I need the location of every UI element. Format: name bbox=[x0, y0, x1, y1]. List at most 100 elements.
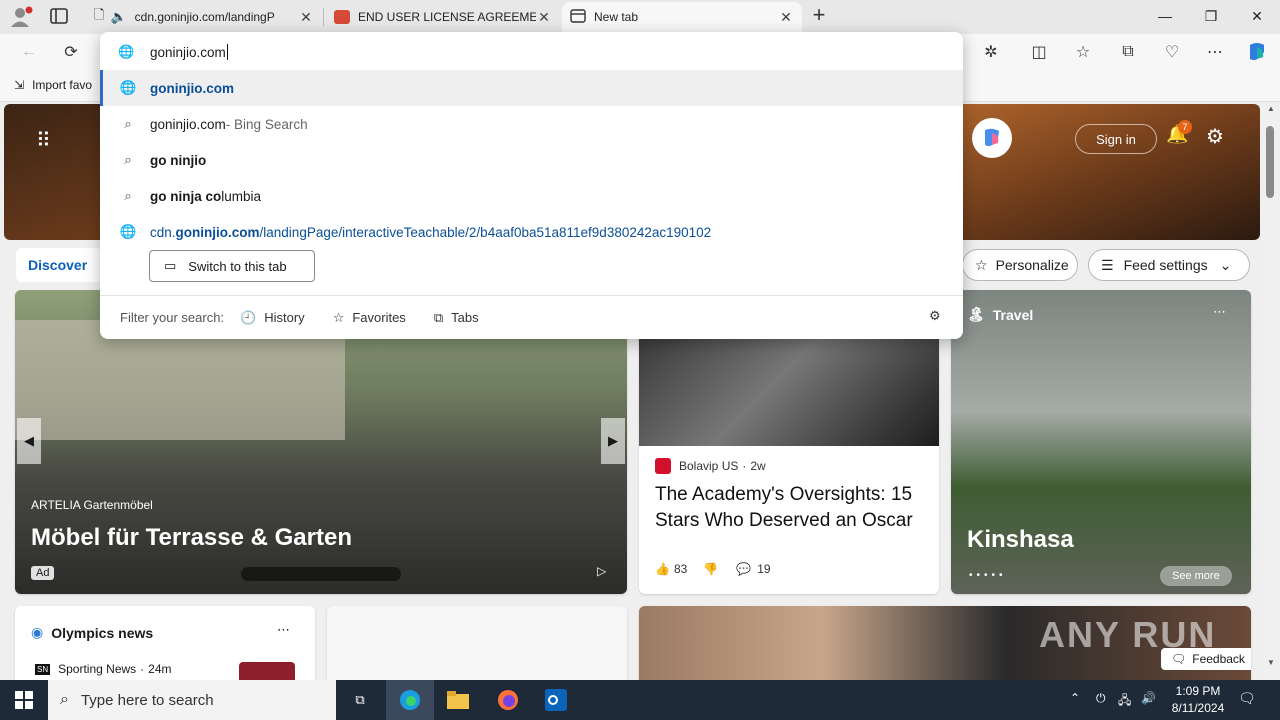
tray-device-icon[interactable]: ⏻ bbox=[1096, 691, 1106, 706]
scroll-down-arrow[interactable]: ▼ bbox=[1267, 658, 1275, 667]
tray-clock[interactable]: 1:09 PM 8/11/2024 bbox=[1163, 683, 1233, 717]
close-tab-icon[interactable]: ✕ bbox=[778, 9, 794, 26]
close-tab-icon[interactable]: ✕ bbox=[298, 9, 314, 26]
feed-settings-button[interactable]: ☰ Feed settings ⌄ bbox=[1088, 249, 1250, 281]
collections-icon[interactable]: ⧉ bbox=[1113, 38, 1143, 66]
close-tab-icon[interactable]: ✕ bbox=[536, 9, 552, 26]
new-tab-page-icon bbox=[570, 8, 586, 26]
minimize-button[interactable]: — bbox=[1142, 0, 1188, 32]
carousel-dots[interactable] bbox=[241, 567, 401, 581]
suggestion-go-ninja-columbia[interactable]: ⌕ go ninja co lumbia bbox=[100, 178, 963, 214]
profile-icon[interactable] bbox=[8, 6, 34, 28]
photo-story-card[interactable]: ANY RUN 🗨 Feedback bbox=[639, 606, 1251, 680]
task-view-icon[interactable]: ⧉ bbox=[336, 680, 384, 720]
copilot-page-icon[interactable] bbox=[972, 118, 1012, 158]
tray-chevron-up-icon[interactable]: ⌃ bbox=[1070, 691, 1080, 705]
card-more-options-icon[interactable]: ⋯ bbox=[277, 622, 290, 638]
switch-to-tab-button[interactable]: ▭ Switch to this tab bbox=[149, 250, 315, 282]
speaker-icon[interactable]: 🔈 bbox=[110, 9, 126, 25]
feedback-button[interactable]: 🗨 Feedback bbox=[1161, 648, 1251, 670]
notification-center-icon[interactable]: 🗨 bbox=[1238, 690, 1256, 707]
apps-grid-icon[interactable]: ⠿ bbox=[36, 128, 51, 153]
clock-date: 8/11/2024 bbox=[1171, 701, 1225, 715]
search-icon: ⌕ bbox=[124, 188, 132, 203]
file-explorer-icon[interactable] bbox=[434, 680, 482, 720]
split-screen-icon[interactable]: ◫ bbox=[1024, 38, 1054, 66]
thumbs-up-icon[interactable]: 👍 bbox=[655, 562, 670, 576]
switch-tab-label: Switch to this tab bbox=[188, 258, 287, 274]
card-more-options-icon[interactable]: ⋯ bbox=[1213, 304, 1226, 320]
extensions-icon[interactable]: ✲ bbox=[976, 38, 1006, 66]
ad-brand: ARTELIA Gartenmöbel bbox=[31, 498, 153, 512]
more-menu-icon[interactable]: ⋯ bbox=[1200, 38, 1230, 66]
story-card[interactable] bbox=[327, 606, 627, 680]
tab-landing[interactable]: 🗋 🔈 cdn.goninjio.com/landingP ✕ bbox=[86, 2, 322, 32]
tab-discover[interactable]: Discover bbox=[16, 248, 102, 282]
import-label: Import favo bbox=[32, 78, 93, 92]
taskbar-search-placeholder: Type here to search bbox=[80, 691, 214, 709]
filter-history-button[interactable]: 🕘 History bbox=[240, 310, 305, 326]
start-button[interactable] bbox=[0, 680, 48, 720]
back-button[interactable]: ← bbox=[14, 38, 44, 66]
travel-dots[interactable]: ••••• bbox=[969, 570, 1007, 581]
browser-essentials-icon[interactable]: ♡ bbox=[1157, 38, 1187, 66]
taskbar-search-box[interactable]: ⌕ Type here to search bbox=[48, 680, 336, 720]
sliders-icon: ☰ bbox=[1101, 256, 1114, 273]
history-icon: 🕘 bbox=[240, 309, 257, 325]
address-bar[interactable]: 🌐 goninjio.com bbox=[100, 32, 963, 72]
separator-dot: · bbox=[140, 662, 145, 676]
close-window-button[interactable]: ✕ bbox=[1234, 0, 1280, 32]
page-scrollbar[interactable]: ▲ ▼ bbox=[1262, 102, 1280, 680]
thumbs-down-icon[interactable]: 👎 bbox=[703, 562, 718, 576]
copilot-icon[interactable] bbox=[1242, 38, 1272, 66]
tray-network-icon[interactable]: 🖧 bbox=[1118, 691, 1131, 712]
address-input[interactable]: goninjio.com bbox=[150, 45, 226, 60]
scroll-up-arrow[interactable]: ▲ bbox=[1267, 104, 1275, 113]
suggestion-go-ninjio[interactable]: ⌕ go ninjio bbox=[100, 142, 963, 178]
tab-new-tab[interactable]: New tab ✕ bbox=[562, 2, 802, 32]
suggestion-hint: - Bing Search bbox=[225, 116, 308, 132]
outlook-icon[interactable] bbox=[532, 680, 580, 720]
ad-title[interactable]: Möbel für Terrasse & Garten bbox=[31, 524, 352, 552]
tab-divider bbox=[323, 8, 324, 26]
sign-in-button[interactable]: Sign in bbox=[1075, 124, 1157, 154]
olympics-icon: ◉ bbox=[31, 624, 44, 640]
travel-title[interactable]: Kinshasa bbox=[967, 526, 1074, 554]
edge-app-icon[interactable] bbox=[386, 680, 434, 720]
firefox-icon[interactable] bbox=[484, 680, 532, 720]
tab-actions-icon[interactable] bbox=[50, 8, 70, 26]
adchoices-icon[interactable]: ▷ bbox=[597, 564, 606, 578]
personalize-button[interactable]: ☆ Personalize bbox=[962, 249, 1078, 281]
page-settings-gear-icon[interactable]: ⚙ bbox=[1206, 124, 1224, 149]
carousel-prev-button[interactable]: ◀ bbox=[17, 418, 41, 464]
tray-volume-icon[interactable]: 🔊 bbox=[1141, 691, 1156, 705]
comment-icon[interactable]: 💬 bbox=[736, 562, 751, 576]
suggestion-bing-search[interactable]: ⌕ goninjio.com - Bing Search bbox=[100, 106, 963, 142]
filter-favorites-button[interactable]: ☆ Favorites bbox=[333, 310, 406, 326]
tab-eula[interactable]: END USER LICENSE AGREEMENT ✕ bbox=[326, 2, 560, 32]
carousel-next-button[interactable]: ▶ bbox=[601, 418, 625, 464]
refresh-button[interactable]: ⟳ bbox=[56, 38, 86, 66]
import-icon: ⇲ bbox=[14, 78, 25, 92]
olympics-card[interactable]: ◉ Olympics news ⋯ SN Sporting News · 24m bbox=[15, 606, 315, 680]
favorites-star-icon[interactable]: ☆ bbox=[1068, 38, 1098, 66]
suggestion-text-rest: lumbia bbox=[221, 188, 262, 204]
suggestion-settings-gear-icon[interactable]: ⚙ bbox=[929, 308, 941, 324]
sn-logo-icon: SN bbox=[35, 663, 51, 675]
suggestion-cdn-url[interactable]: 🌐 cdn. goninjio.com /landingPage/interac… bbox=[100, 214, 963, 250]
filter-tabs-button[interactable]: ⧉ Tabs bbox=[434, 310, 479, 326]
new-tab-button[interactable]: + bbox=[806, 2, 832, 30]
travel-card[interactable]: 🏝 Travel ⋯ Kinshasa ••••• See more bbox=[951, 290, 1251, 594]
news-headline[interactable]: The Academy's Oversights: 15 Stars Who D… bbox=[655, 482, 925, 534]
restore-button[interactable]: ❐ bbox=[1188, 0, 1234, 32]
suggestion-url-goninjio[interactable]: 🌐 goninjio.com bbox=[100, 70, 963, 106]
suggestion-text: goninjio.com bbox=[150, 80, 234, 96]
search-filter-bar: Filter your search: 🕘 History ☆ Favorite… bbox=[100, 295, 963, 339]
windows-taskbar: ⌕ Type here to search ⧉ ⌃ ⏻ 🖧 🔊 1:09 PM … bbox=[0, 680, 1280, 720]
personalize-label: Personalize bbox=[995, 257, 1069, 273]
chevron-down-icon: ⌄ bbox=[1219, 256, 1232, 273]
scroll-thumb[interactable] bbox=[1266, 126, 1274, 198]
suggestion-text: goninjio.com bbox=[150, 116, 226, 132]
import-favorites-button[interactable]: ⇲ Import favo bbox=[14, 78, 92, 92]
see-more-button[interactable]: See more bbox=[1160, 566, 1232, 586]
